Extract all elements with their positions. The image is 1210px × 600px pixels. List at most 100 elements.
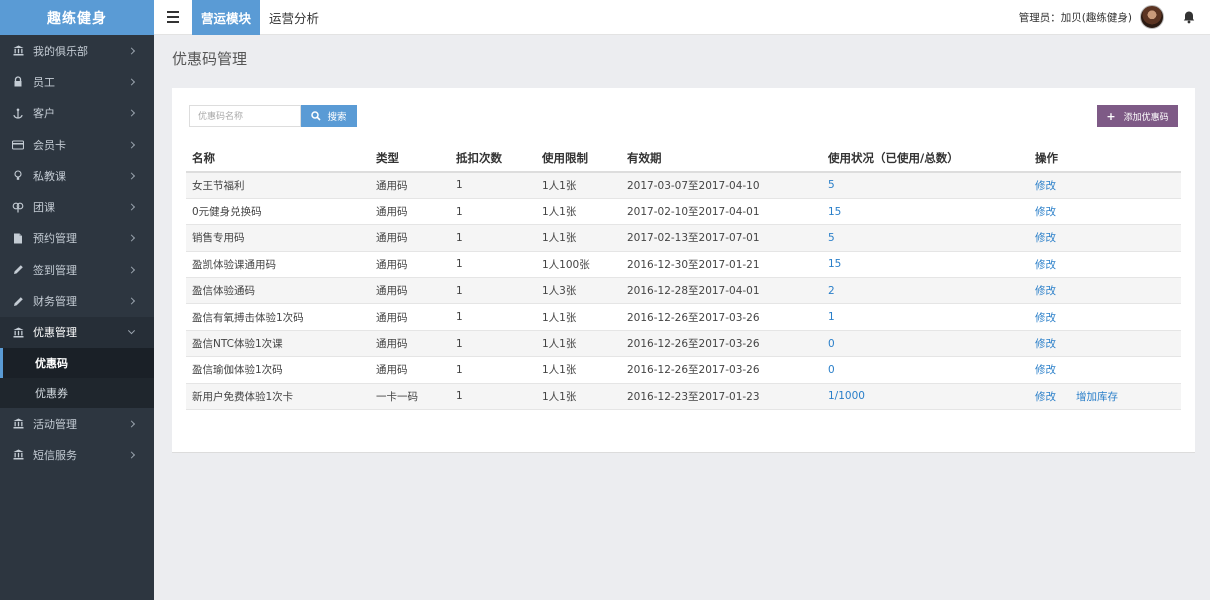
edit-link[interactable]: 修改 [1035,364,1056,376]
cell-type: 通用码 [370,251,450,279]
edit-link[interactable]: 修改 [1035,232,1056,244]
topnav-analytics[interactable]: 运营分析 [260,0,328,35]
chevron-right-icon [127,297,136,305]
col-type: 类型 [370,145,450,173]
cell-period: 2016-12-26至2017-03-26 [621,330,822,358]
sidebar-item-4[interactable]: 私教课 [0,160,154,191]
edit-link[interactable]: 修改 [1035,312,1056,324]
add-coupon-code-label: 添加优惠码 [1123,112,1169,123]
sidebar-item-5[interactable]: 团课 [0,191,154,222]
sidebar-submenu: 优惠码 优惠券 [0,347,154,408]
search-button[interactable]: 搜索 [301,105,357,127]
app-logo-text: 趣练健身 [47,10,107,27]
table-row: 盈信瑜伽体验1次码 通用码 1 1人1张 2016-12-26至2017-03-26 0 修… [186,356,1181,384]
sidebar-item-label: 财务管理 [33,295,77,309]
chevron-right-icon [127,234,136,242]
cell-usage[interactable]: 15 [822,251,1029,279]
cell-times: 1 [450,330,536,358]
edit-link[interactable]: 修改 [1035,259,1056,271]
table-row: 0元健身兑换码 通用码 1 1人1张 2017-02-10至2017-04-01 15 修改 [186,198,1181,226]
cell-period: 2016-12-30至2017-01-21 [621,251,822,279]
col-actions: 操作 [1029,145,1181,173]
coupon-code-table: 名称 类型 抵扣次数 使用限制 有效期 使用状况（已使用/总数） 操作 女王节福… [186,145,1181,411]
page-title: 优惠码管理 [172,50,248,68]
cell-limit: 1人1张 [536,224,621,252]
chevron-right-icon [127,420,136,428]
avatar[interactable] [1140,5,1164,29]
cell-name: 盈信瑜伽体验1次码 [186,356,370,384]
cell-usage[interactable]: 5 [822,224,1029,252]
menu-toggle-icon[interactable] [154,0,192,35]
bell-icon[interactable] [1182,10,1196,24]
col-name: 名称 [186,145,370,173]
cell-name: 销售专用码 [186,224,370,252]
sidebar-item-label: 会员卡 [33,138,66,152]
edit-link[interactable]: 修改 [1035,180,1056,192]
cell-type: 通用码 [370,356,450,384]
cell-type: 通用码 [370,198,450,226]
search-button-label: 搜索 [327,112,347,123]
pencil-icon [12,295,24,307]
anchor-icon [12,107,24,119]
cell-usage[interactable]: 1/1000 [822,383,1029,411]
cell-usage[interactable]: 0 [822,356,1029,384]
cell-period: 2017-02-13至2017-07-01 [621,224,822,252]
bank-icon [12,45,24,57]
cell-usage[interactable]: 15 [822,198,1029,226]
sidebar-item-label: 客户 [33,107,55,121]
sidebar-item-label: 短信服务 [33,448,77,462]
sidebar-subitem-1[interactable]: 优惠券 [0,378,154,408]
cell-times: 1 [450,356,536,384]
cell-limit: 1人1张 [536,356,621,384]
cell-usage[interactable]: 5 [822,172,1029,199]
cell-type: 一卡一码 [370,383,450,411]
cell-actions: 修改 [1029,303,1181,331]
cell-limit: 1人1张 [536,172,621,199]
cell-limit: 1人1张 [536,303,621,331]
chevron-right-icon [127,172,136,180]
cell-actions: 修改 [1029,277,1181,305]
sidebar-item-10[interactable]: 活动管理 [0,408,154,439]
cell-period: 2016-12-26至2017-03-26 [621,356,822,384]
edit-link[interactable]: 修改 [1035,285,1056,297]
sidebar-item-7[interactable]: 签到管理 [0,254,154,285]
edit-link[interactable]: 修改 [1035,338,1056,350]
app-logo[interactable]: 趣练健身 [0,0,154,35]
sidebar-item-1[interactable]: 员工 [0,66,154,97]
cell-usage[interactable]: 2 [822,277,1029,305]
sidebar-item-label: 签到管理 [33,263,77,277]
sidebar-item-11[interactable]: 短信服务 [0,439,154,470]
sidebar: 我的俱乐部员工客户会员卡私教课团课预约管理签到管理财务管理优惠管理 优惠码 优惠券活… [0,35,154,600]
add-stock-link[interactable]: 增加库存 [1076,391,1118,403]
sidebar-item-label: 团课 [33,201,55,215]
admin-label: 管理员：加贝(趣练健身) [1018,11,1132,24]
edit-link[interactable]: 修改 [1035,206,1056,218]
cell-usage[interactable]: 1 [822,303,1029,331]
table-row: 盈凯体验课通用码 通用码 1 1人100张 2016-12-30至2017-01-21 1… [186,251,1181,279]
cell-actions: 修改 [1029,224,1181,252]
cell-type: 通用码 [370,172,450,199]
sidebar-item-0[interactable]: 我的俱乐部 [0,35,154,66]
col-period: 有效期 [621,145,822,173]
sidebar-item-label: 活动管理 [33,417,77,431]
group-icon [12,201,24,213]
lock-icon [12,76,24,88]
cell-type: 通用码 [370,303,450,331]
cell-type: 通用码 [370,330,450,358]
edit-link[interactable]: 修改 [1035,391,1056,403]
sidebar-item-6[interactable]: 预约管理 [0,223,154,254]
sidebar-item-9[interactable]: 优惠管理 [0,316,154,348]
topnav-operations[interactable]: 营运模块 [192,0,261,35]
cell-limit: 1人100张 [536,251,621,279]
cell-times: 1 [450,277,536,305]
sidebar-subitem-0[interactable]: 优惠码 [0,347,154,378]
cell-type: 通用码 [370,224,450,252]
sidebar-item-label: 员工 [33,75,55,89]
add-coupon-code-button[interactable]: + 添加优惠码 [1097,105,1178,127]
sidebar-item-2[interactable]: 客户 [0,98,154,129]
cell-usage[interactable]: 0 [822,330,1029,358]
sidebar-item-3[interactable]: 会员卡 [0,129,154,160]
sidebar-item-8[interactable]: 财务管理 [0,285,154,316]
cell-limit: 1人1张 [536,383,621,411]
search-input[interactable]: 优惠码名称 [189,105,301,127]
